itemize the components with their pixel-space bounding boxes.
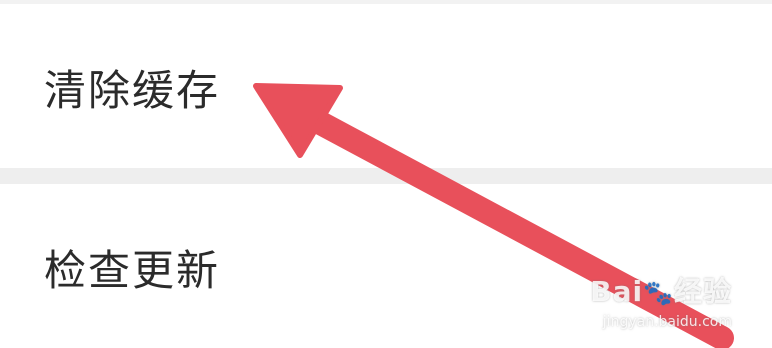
clear-cache-label: 清除缓存 <box>44 66 221 115</box>
settings-screen: 清除缓存 检查更新 Bai🐾经验 jingyan.baidu.com <box>0 0 772 348</box>
check-update-label: 检查更新 <box>44 246 221 295</box>
section-divider <box>0 168 772 184</box>
clear-cache-item[interactable]: 清除缓存 <box>0 4 772 168</box>
check-update-item[interactable]: 检查更新 <box>0 184 772 348</box>
